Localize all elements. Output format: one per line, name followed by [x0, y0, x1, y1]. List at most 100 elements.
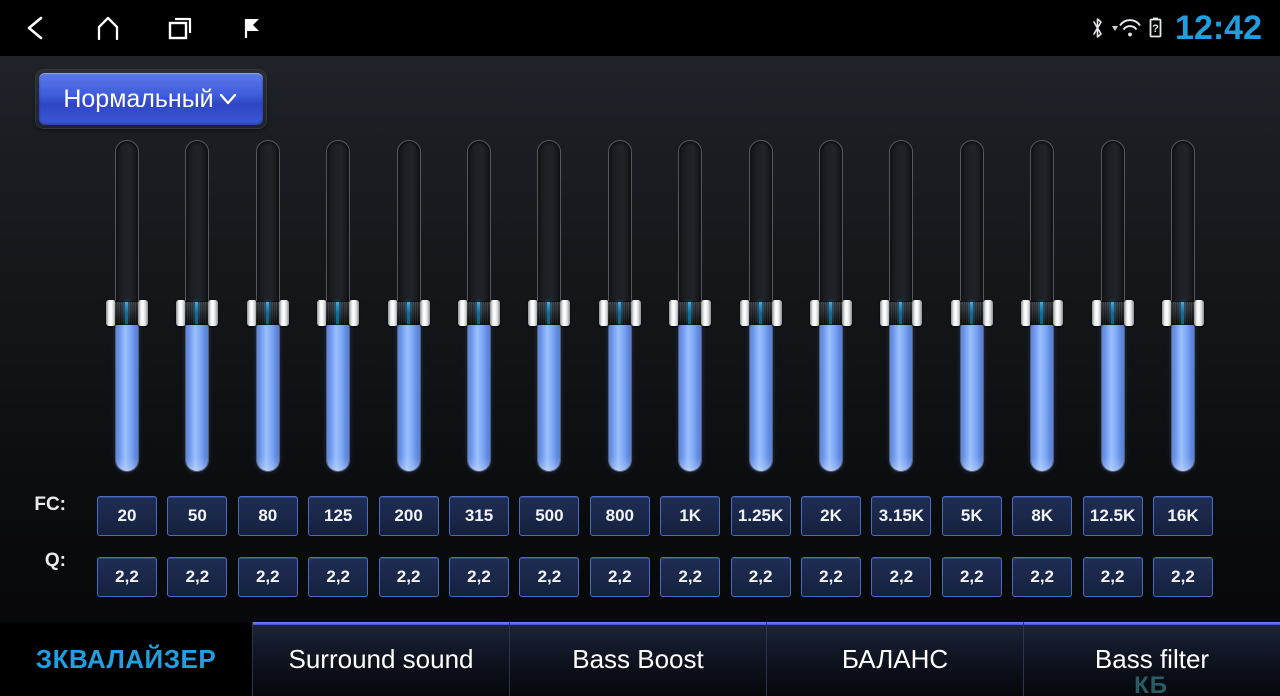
slider-thumb[interactable] — [880, 300, 923, 326]
band-slider[interactable] — [810, 140, 852, 472]
band-slider[interactable] — [317, 140, 360, 472]
preset-selector[interactable]: Нормальный — [36, 70, 266, 128]
thumb-cap-right — [419, 300, 430, 326]
band-slider[interactable] — [739, 140, 782, 472]
q-value-box[interactable]: 2,2 — [378, 557, 439, 597]
slider-fill — [608, 312, 631, 471]
q-value-box[interactable]: 2,2 — [1153, 557, 1213, 597]
q-value-box[interactable]: 2,2 — [1012, 557, 1073, 597]
slider-thumb[interactable] — [176, 300, 219, 326]
slider-thumb[interactable] — [950, 300, 993, 326]
fc-value-box[interactable]: 125 — [308, 496, 369, 536]
fc-values-row: 20 50 80 125 200 315 500 800 1K 1.25K 2K 3.15K 5K 8K 1… — [0, 496, 1280, 536]
tab-1[interactable]: ЗКВАЛАЙЗЕР — [0, 622, 252, 696]
preset-label: Нормальный — [63, 84, 214, 113]
q-value-box[interactable]: 2,2 — [237, 557, 298, 597]
fc-value-box[interactable]: 200 — [378, 496, 439, 536]
fc-value-box[interactable]: 1K — [660, 496, 721, 536]
q-value-box[interactable]: 2,2 — [449, 557, 509, 597]
tab-5[interactable]: Bass filter — [1023, 622, 1280, 696]
slider-thumb[interactable] — [106, 300, 148, 326]
q-value-box[interactable]: 2,2 — [308, 557, 369, 597]
thumb-cap-right — [701, 300, 712, 326]
slider-thumb[interactable] — [669, 300, 712, 326]
preset-button[interactable]: Нормальный — [39, 73, 263, 125]
battery-unknown-icon: ? — [1147, 16, 1163, 40]
q-value-box[interactable]: 2,2 — [589, 557, 650, 597]
fc-value-box[interactable]: 2K — [801, 496, 861, 536]
slider-fill — [327, 312, 350, 471]
equalizer-screen: ? 12:42 Нормальный FC: Q: 20 50 80 125 200 31… — [0, 0, 1280, 696]
q-value-box[interactable]: 2,2 — [730, 557, 791, 597]
slider-thumb[interactable] — [739, 300, 782, 326]
tab-2[interactable]: Surround sound — [252, 622, 509, 696]
band-slider[interactable] — [528, 140, 571, 472]
slider-thumb[interactable] — [1021, 300, 1064, 326]
status-bar: ? 12:42 — [0, 0, 1280, 56]
fc-value-box[interactable]: 3.15K — [871, 496, 932, 536]
slider-fill — [1172, 312, 1194, 471]
fc-value-box[interactable]: 315 — [449, 496, 509, 536]
slider-thumb[interactable] — [1091, 300, 1134, 326]
tab-4[interactable]: БАЛАНС — [766, 622, 1023, 696]
slider-thumb[interactable] — [810, 300, 852, 326]
slider-thumb[interactable] — [387, 300, 430, 326]
band-slider[interactable] — [880, 140, 923, 472]
fc-value-box[interactable]: 80 — [237, 496, 298, 536]
home-icon[interactable] — [72, 0, 144, 56]
recents-icon[interactable] — [144, 0, 216, 56]
q-value-box[interactable]: 2,2 — [801, 557, 861, 597]
fc-value-box[interactable]: 500 — [519, 496, 580, 536]
band-slider[interactable] — [1021, 140, 1064, 472]
fc-value-box[interactable]: 800 — [589, 496, 650, 536]
slider-fill — [749, 312, 772, 471]
flag-icon[interactable] — [216, 0, 288, 56]
q-value-box[interactable]: 2,2 — [97, 557, 157, 597]
slider-thumb[interactable] — [246, 300, 289, 326]
slider-thumb[interactable] — [1162, 300, 1204, 326]
band-slider[interactable] — [458, 140, 500, 472]
slider-thumb[interactable] — [317, 300, 360, 326]
slider-thumb[interactable] — [598, 300, 641, 326]
slider-fill — [468, 312, 490, 471]
band-slider[interactable] — [1091, 140, 1134, 472]
q-value-box[interactable]: 2,2 — [660, 557, 721, 597]
thumb-cap-right — [982, 300, 993, 326]
slider-fill — [397, 312, 420, 471]
fc-value-box[interactable]: 12.5K — [1082, 496, 1143, 536]
thumb-cap-right — [1123, 300, 1134, 326]
band-slider[interactable] — [246, 140, 289, 472]
fc-value-box[interactable]: 8K — [1012, 496, 1073, 536]
q-value-box[interactable]: 2,2 — [519, 557, 580, 597]
thumb-grip — [959, 301, 984, 325]
band-slider[interactable] — [387, 140, 430, 472]
q-value-box[interactable]: 2,2 — [1082, 557, 1143, 597]
thumb-cap-right — [630, 300, 641, 326]
q-value-box[interactable]: 2,2 — [871, 557, 932, 597]
fc-value-box[interactable]: 20 — [97, 496, 157, 536]
fc-value-box[interactable]: 1.25K — [730, 496, 791, 536]
fc-value-box[interactable]: 5K — [941, 496, 1002, 536]
q-value-box[interactable]: 2,2 — [167, 557, 228, 597]
q-value-box[interactable]: 2,2 — [941, 557, 1002, 597]
band-slider[interactable] — [598, 140, 641, 472]
thumb-grip — [607, 301, 632, 325]
slider-thumb[interactable] — [458, 300, 500, 326]
slider-fill — [1101, 312, 1124, 471]
tab-bar: ЗКВАЛАЙЗЕР Surround sound Bass Boost БАЛАНС… — [0, 622, 1280, 696]
band-slider[interactable] — [1162, 140, 1204, 472]
back-icon[interactable] — [0, 0, 72, 56]
fc-value-box[interactable]: 16K — [1153, 496, 1213, 536]
thumb-cap-right — [208, 300, 219, 326]
thumb-grip — [889, 301, 914, 325]
band-slider[interactable] — [950, 140, 993, 472]
band-slider[interactable] — [176, 140, 219, 472]
thumb-grip — [748, 301, 773, 325]
band-slider[interactable] — [669, 140, 712, 472]
tab-3[interactable]: Bass Boost — [509, 622, 766, 696]
band-slider[interactable] — [106, 140, 148, 472]
slider-thumb[interactable] — [528, 300, 571, 326]
chevron-down-icon — [217, 88, 239, 110]
thumb-grip — [326, 301, 351, 325]
fc-value-box[interactable]: 50 — [167, 496, 228, 536]
